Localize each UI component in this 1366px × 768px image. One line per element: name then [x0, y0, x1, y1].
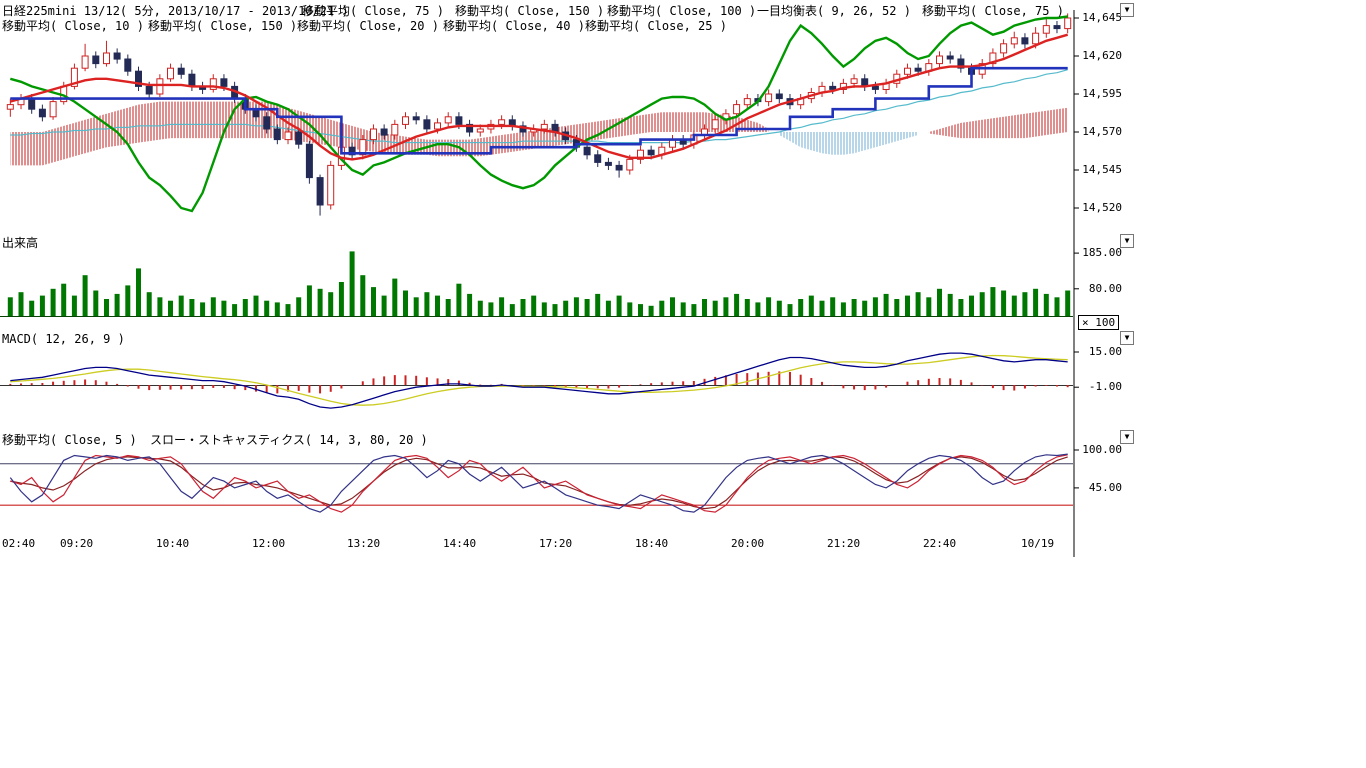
stoch-panel-dropdown-button[interactable]: ▼ [1120, 430, 1134, 444]
chevron-down-icon: ▼ [1125, 333, 1130, 342]
price-axis-label: 14,520 [1078, 201, 1122, 214]
volume-multiplier-badge: × 100 [1078, 315, 1119, 330]
stochastics-panel [0, 454, 1073, 512]
chart-canvas[interactable] [0, 0, 1135, 560]
time-axis-label: 17:20 [539, 537, 572, 550]
ichimoku-cloud [10, 102, 1067, 166]
time-axis-label: 12:00 [252, 537, 285, 550]
header-indicator-label: 移動平均( Close, 10 ) [2, 17, 144, 34]
time-axis-label: 10:40 [156, 537, 189, 550]
price-axis-label: 14,570 [1078, 125, 1122, 138]
time-axis-label: 22:40 [923, 537, 956, 550]
volume-bars [0, 251, 1073, 316]
header-indicator-label: 移動平均( Close, 75 ) [922, 2, 1064, 19]
header-indicator-label: 一目均衡表( 9, 26, 52 ) [757, 2, 911, 19]
stoch-axis-label: 45.00 [1078, 481, 1122, 494]
header-indicator-label: 移動平均( Close, 25 ) [585, 17, 727, 34]
time-axis-label: 18:40 [635, 537, 668, 550]
header-indicator-label: 移動平均( Close, 20 ) [297, 17, 439, 34]
time-axis-label: 10/19 [1021, 537, 1054, 550]
stochastics-panel-label: スロー・ストキャスティクス( 14, 3, 80, 20 ) [150, 431, 428, 448]
volume-panel-dropdown-button[interactable]: ▼ [1120, 234, 1134, 248]
time-axis-label: 20:00 [731, 537, 764, 550]
price-axis-label: 14,645 [1078, 11, 1122, 24]
macd-panel-dropdown-button[interactable]: ▼ [1120, 331, 1134, 345]
stoch-ma-panel-label: 移動平均( Close, 5 ) [2, 431, 137, 448]
price-axis-label: 14,595 [1078, 87, 1122, 100]
time-axis-label: 13:20 [347, 537, 380, 550]
time-axis-label: 21:20 [827, 537, 860, 550]
header-indicator-label: 移動平均( Close, 150 ) [148, 17, 297, 34]
chevron-down-icon: ▼ [1125, 432, 1130, 441]
chevron-down-icon: ▼ [1125, 5, 1130, 14]
chevron-down-icon: ▼ [1125, 236, 1130, 245]
volume-panel-label: 出来高 [2, 234, 38, 251]
macd-panel [0, 353, 1073, 408]
macd-panel-label: MACD( 12, 26, 9 ) [2, 332, 125, 346]
time-axis-label: 14:40 [443, 537, 476, 550]
macd-axis-label: 15.00 [1078, 345, 1122, 358]
time-axis-label: 09:20 [60, 537, 93, 550]
volume-axis-label: 80.00 [1078, 282, 1122, 295]
macd-axis-label: -1.00 [1078, 380, 1122, 393]
stoch-axis-label: 100.00 [1078, 443, 1122, 456]
time-axis-label: 02:40 [2, 537, 35, 550]
price-axis-label: 14,620 [1078, 49, 1122, 62]
main-panel-dropdown-button[interactable]: ▼ [1120, 3, 1134, 17]
volume-axis-label: 185.00 [1078, 246, 1122, 259]
price-axis-label: 14,545 [1078, 163, 1122, 176]
chart-application-window: 日経225mini 13/12( 5分, 2013/10/17 - 2013/1… [0, 0, 1366, 768]
header-indicator-label: 移動平均( Close, 40 ) [443, 17, 585, 34]
